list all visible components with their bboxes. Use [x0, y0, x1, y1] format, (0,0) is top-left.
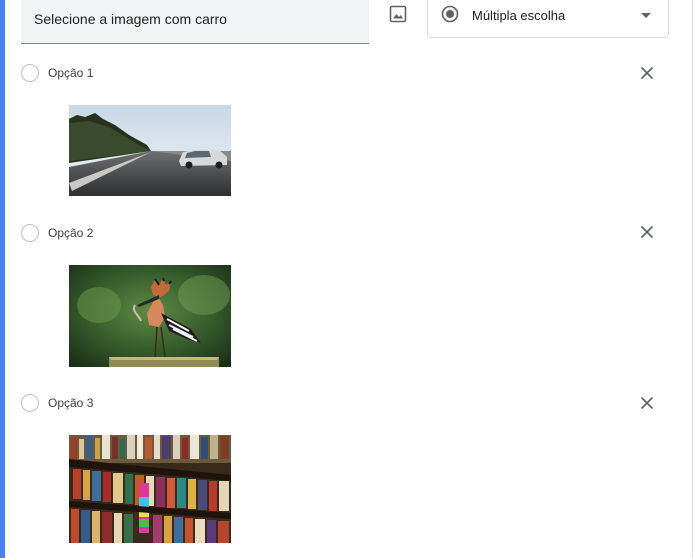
image-icon[interactable]	[388, 4, 408, 24]
option-label[interactable]: Opção 2	[48, 226, 93, 240]
radio-checked-icon	[441, 5, 459, 23]
close-icon[interactable]	[638, 223, 656, 241]
question-title-text: Selecione a imagem com carro	[34, 11, 227, 27]
option-label[interactable]: Opção 1	[48, 66, 93, 80]
option-radio[interactable]	[21, 224, 39, 242]
option-label[interactable]: Opção 3	[48, 396, 93, 410]
close-icon[interactable]	[638, 394, 656, 412]
option-radio[interactable]	[21, 394, 39, 412]
hoopoe-bird-image	[69, 265, 231, 367]
close-icon[interactable]	[638, 64, 656, 82]
option-radio[interactable]	[21, 64, 39, 82]
question-type-label: Múltipla escolha	[472, 8, 566, 23]
question-title-field[interactable]: Selecione a imagem com carro	[21, 0, 369, 44]
question-type-dropdown[interactable]: Múltipla escolha	[427, 0, 669, 38]
active-card-indicator	[0, 0, 5, 558]
bookshelf-image	[69, 435, 231, 543]
chevron-down-icon	[641, 13, 651, 18]
car-on-road-image	[69, 105, 231, 196]
